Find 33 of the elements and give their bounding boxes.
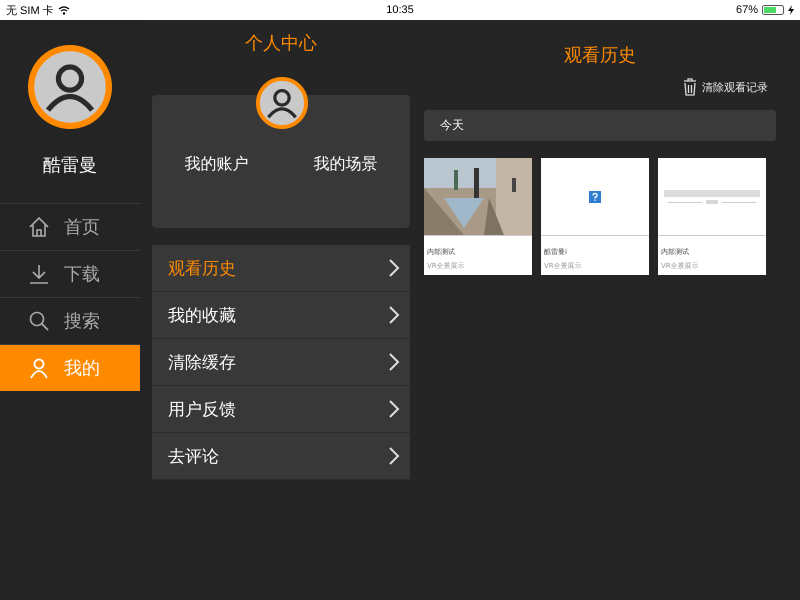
search-icon xyxy=(28,310,50,332)
menu-item[interactable]: 清除缓存 xyxy=(152,339,410,386)
menu-item[interactable]: 我的收藏 xyxy=(152,292,410,339)
home-icon xyxy=(28,216,50,238)
chevron-right-icon xyxy=(388,258,400,278)
avatar-icon xyxy=(28,45,112,129)
section-header: 今天 xyxy=(424,110,776,141)
carrier-label: 无 SIM 卡 xyxy=(6,4,54,18)
chevron-right-icon xyxy=(388,352,400,372)
menu-item[interactable]: 用户反馈 xyxy=(152,386,410,433)
battery-icon xyxy=(762,5,784,15)
nav-item[interactable]: 首页 xyxy=(0,203,140,250)
broken-image-icon xyxy=(589,190,601,202)
nav-item[interactable]: 下载 xyxy=(0,250,140,297)
panel-title: 观看历史 xyxy=(563,44,637,67)
chevron-right-icon xyxy=(388,399,400,419)
clear-history-button[interactable]: 清除观看记录 xyxy=(683,78,768,96)
menu-item[interactable]: 观看历史 xyxy=(152,245,410,292)
chevron-right-icon xyxy=(388,305,400,325)
status-time: 10:35 xyxy=(385,4,415,16)
panel-title: 个人中心 xyxy=(244,32,318,55)
account-link[interactable]: 我的账户 xyxy=(184,154,248,175)
avatar-icon xyxy=(256,77,308,129)
trash-icon xyxy=(683,78,697,96)
user-name: 酷雷曼 xyxy=(42,154,98,177)
account-link[interactable]: 我的场景 xyxy=(314,154,378,175)
battery-percent: 67% xyxy=(736,4,758,16)
charging-icon xyxy=(788,5,794,15)
wifi-icon xyxy=(58,6,70,14)
user-icon xyxy=(28,357,50,379)
chevron-right-icon xyxy=(388,446,400,466)
download-icon xyxy=(28,263,50,285)
menu-item[interactable]: 去评论 xyxy=(152,433,410,480)
